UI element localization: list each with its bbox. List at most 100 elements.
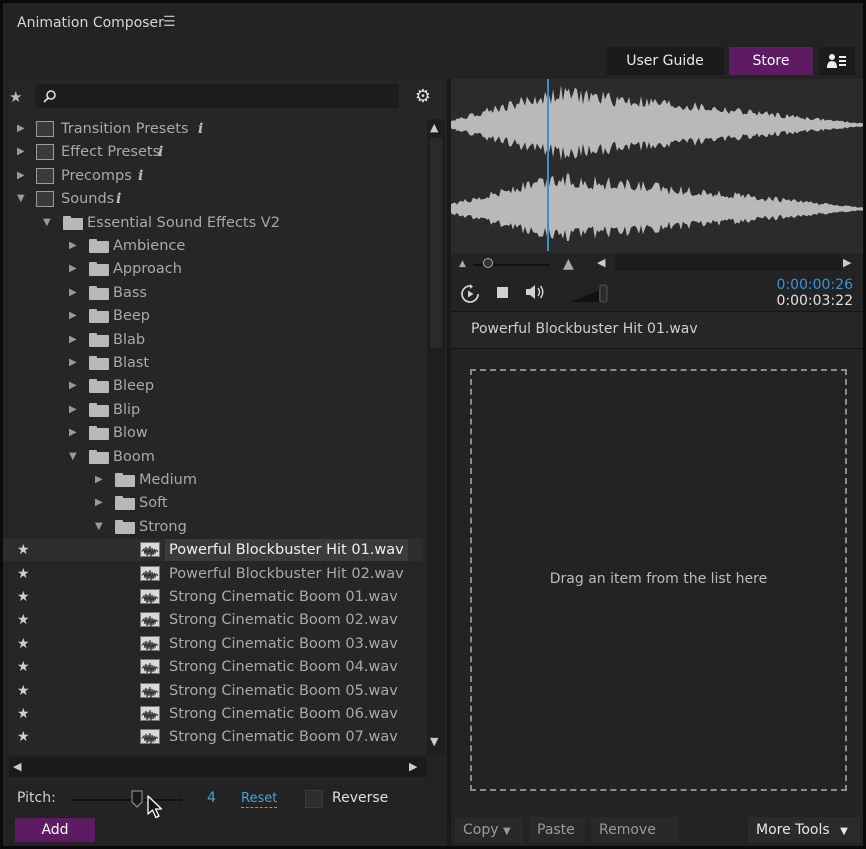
collapsed-arrow-icon[interactable]: ▶ xyxy=(69,305,77,327)
collapsed-arrow-icon[interactable]: ▶ xyxy=(17,118,25,140)
reset-link[interactable]: Reset xyxy=(241,791,278,808)
folder-icon xyxy=(89,426,109,441)
sound-file-item[interactable]: ★ Strong Cinematic Boom 02.wav xyxy=(3,609,423,631)
horizontal-scrollbar[interactable] xyxy=(9,757,427,777)
menu-icon[interactable]: ☰ xyxy=(163,14,176,30)
sound-file-item[interactable]: ★ Strong Cinematic Boom 07.wav xyxy=(3,726,423,748)
tree-folder-bass[interactable]: ▶ Bass xyxy=(3,282,423,304)
scroll-down-arrow-icon[interactable]: ▼ xyxy=(430,735,438,748)
tree-item-precomps[interactable]: ▶ Precomps i xyxy=(3,165,423,187)
loop-play-icon[interactable] xyxy=(460,284,480,308)
waveform-scroll-left-icon[interactable]: ◀ xyxy=(597,256,605,269)
waveform-scroll-right-icon[interactable]: ▶ xyxy=(843,256,851,269)
tree-item-label: Soft xyxy=(139,495,168,512)
waveform-display[interactable] xyxy=(451,79,863,253)
pitch-slider-thumb[interactable] xyxy=(131,790,143,812)
collapsed-arrow-icon[interactable]: ▶ xyxy=(69,329,77,351)
favorite-star-icon[interactable]: ★ xyxy=(17,656,30,678)
remove-button[interactable]: Remove ▼ xyxy=(591,817,679,843)
favorites-filter-star-icon[interactable]: ★ xyxy=(9,88,22,106)
add-button[interactable]: Add xyxy=(15,818,95,842)
sound-file-item[interactable]: ★ Strong Cinematic Boom 03.wav xyxy=(3,633,423,655)
search-input[interactable] xyxy=(35,84,399,108)
tree-folder-soft[interactable]: ▶ Soft xyxy=(3,492,423,514)
collapsed-arrow-icon[interactable]: ▶ xyxy=(69,235,77,257)
favorite-star-icon[interactable]: ★ xyxy=(17,633,30,655)
tree-folder-strong[interactable]: ▼ Strong xyxy=(3,516,423,538)
sound-file-item[interactable]: ★ Powerful Blockbuster Hit 02.wav xyxy=(3,563,423,585)
info-icon[interactable]: i xyxy=(116,188,121,210)
tree-item-transition-presets[interactable]: ▶ Transition Presets i xyxy=(3,118,423,140)
user-guide-button[interactable]: User Guide xyxy=(606,47,724,75)
tree-item-label: Blast xyxy=(113,355,150,371)
volume-slider[interactable] xyxy=(569,283,611,307)
tree-folder-beep[interactable]: ▶ Beep xyxy=(3,305,423,327)
favorite-star-icon[interactable]: ★ xyxy=(17,563,30,585)
collapsed-arrow-icon[interactable]: ▶ xyxy=(69,258,77,280)
collapsed-arrow-icon[interactable]: ▶ xyxy=(69,282,77,304)
favorite-star-icon[interactable]: ★ xyxy=(17,726,30,748)
paste-button[interactable]: Paste xyxy=(529,817,585,843)
copy-button[interactable]: Copy ▼ xyxy=(455,817,523,843)
tree-item-label: Medium xyxy=(139,472,197,488)
playhead[interactable] xyxy=(547,79,549,251)
sound-file-item[interactable]: ★ Strong Cinematic Boom 01.wav xyxy=(3,586,423,608)
collapsed-arrow-icon[interactable]: ▶ xyxy=(95,469,103,491)
scroll-right-arrow-icon[interactable]: ▶ xyxy=(409,760,417,773)
tree-folder-blip[interactable]: ▶ Blip xyxy=(3,399,423,421)
pitch-slider[interactable] xyxy=(71,799,183,801)
more-tools-button[interactable]: More Tools ▼ xyxy=(748,817,860,843)
info-icon[interactable]: i xyxy=(138,165,143,187)
info-icon[interactable]: i xyxy=(198,118,203,140)
favorite-star-icon[interactable]: ★ xyxy=(17,680,30,702)
sound-file-item[interactable]: ★ Powerful Blockbuster Hit 01.wav xyxy=(3,539,423,562)
scroll-up-arrow-icon[interactable]: ▲ xyxy=(430,121,438,134)
sound-file-name: Strong Cinematic Boom 03.wav xyxy=(169,635,398,652)
sound-file-item[interactable]: ★ Strong Cinematic Boom 06.wav xyxy=(3,703,423,725)
collapsed-arrow-icon[interactable]: ▶ xyxy=(95,492,103,514)
favorite-star-icon[interactable]: ★ xyxy=(17,609,30,631)
scroll-left-arrow-icon[interactable]: ◀ xyxy=(13,760,21,773)
tree-folder-blab[interactable]: ▶ Blab xyxy=(3,329,423,351)
sound-file-name: Strong Cinematic Boom 05.wav xyxy=(169,682,398,699)
tree-folder-bleep[interactable]: ▶ Bleep xyxy=(3,375,423,397)
expanded-arrow-icon[interactable]: ▼ xyxy=(95,516,103,538)
reverse-checkbox[interactable] xyxy=(305,790,323,808)
waveform-scrollbar[interactable] xyxy=(615,255,841,271)
zoom-out-icon[interactable]: ▲ xyxy=(459,259,466,269)
sound-file-item[interactable]: ★ Strong Cinematic Boom 05.wav xyxy=(3,680,423,702)
zoom-slider-thumb[interactable] xyxy=(483,258,493,268)
vertical-scroll-thumb[interactable] xyxy=(430,138,442,348)
expanded-arrow-icon[interactable]: ▼ xyxy=(17,188,25,210)
store-button[interactable]: Store xyxy=(729,47,813,75)
zoom-in-icon[interactable]: ▲ xyxy=(563,256,574,272)
expanded-arrow-icon[interactable]: ▼ xyxy=(43,212,51,234)
tree-folder-blow[interactable]: ▶ Blow xyxy=(3,422,423,444)
collapsed-arrow-icon[interactable]: ▶ xyxy=(69,422,77,444)
tree-item-effect-presets[interactable]: ▶ Effect Presets i xyxy=(3,141,423,163)
info-icon[interactable]: i xyxy=(158,141,163,163)
tree-folder-blast[interactable]: ▶ Blast xyxy=(3,352,423,374)
tree-item-sounds[interactable]: ▼ Sounds i xyxy=(3,188,423,210)
tree-folder-medium[interactable]: ▶ Medium xyxy=(3,469,423,491)
collapsed-arrow-icon[interactable]: ▶ xyxy=(17,141,25,163)
expanded-arrow-icon[interactable]: ▼ xyxy=(69,446,77,468)
pitch-value[interactable]: 4 xyxy=(207,790,216,806)
tree-folder-boom[interactable]: ▼ Boom xyxy=(3,446,423,468)
favorite-star-icon[interactable]: ★ xyxy=(17,586,30,608)
collapsed-arrow-icon[interactable]: ▶ xyxy=(69,352,77,374)
stop-icon[interactable] xyxy=(497,287,508,298)
tree-item-label: Boom xyxy=(113,448,155,465)
collapsed-arrow-icon[interactable]: ▶ xyxy=(69,375,77,397)
tree-folder-ambience[interactable]: ▶ Ambience xyxy=(3,235,423,257)
settings-gear-icon[interactable]: ⚙ xyxy=(411,85,435,109)
account-button[interactable] xyxy=(819,47,855,75)
collapsed-arrow-icon[interactable]: ▶ xyxy=(69,399,77,421)
volume-icon[interactable] xyxy=(525,283,547,305)
favorite-star-icon[interactable]: ★ xyxy=(17,703,30,725)
sound-file-item[interactable]: ★ Strong Cinematic Boom 04.wav xyxy=(3,656,423,678)
tree-folder-approach[interactable]: ▶ Approach xyxy=(3,258,423,280)
favorite-star-icon[interactable]: ★ xyxy=(17,539,30,561)
collapsed-arrow-icon[interactable]: ▶ xyxy=(17,165,25,187)
tree-item-pack[interactable]: ▼ Essential Sound Effects V2 xyxy=(3,212,423,234)
